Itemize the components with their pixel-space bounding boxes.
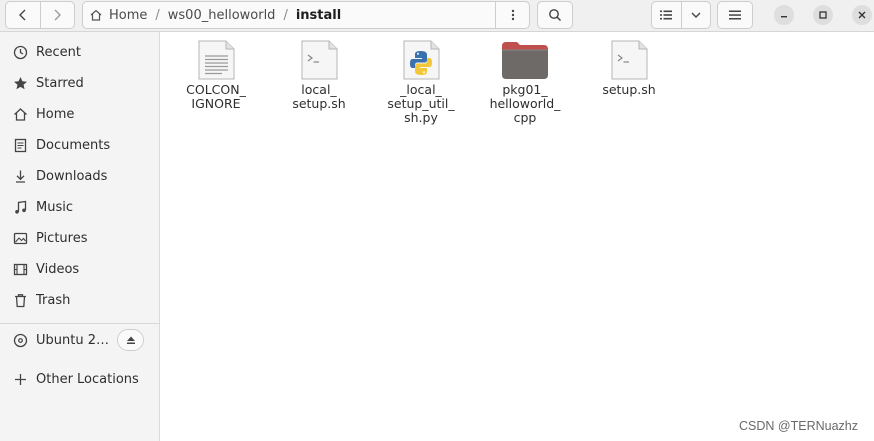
eject-button[interactable] xyxy=(117,329,144,351)
chevron-down-icon xyxy=(691,12,701,18)
view-options xyxy=(651,1,711,29)
maximize-icon xyxy=(819,11,827,19)
file-name: setup.sh xyxy=(602,82,656,97)
sidebar: Recent Starred Home Documents Downloads … xyxy=(0,32,160,441)
sidebar-divider xyxy=(0,323,159,324)
document-icon xyxy=(12,137,28,153)
sidebar-item-trash[interactable]: Trash xyxy=(0,285,159,315)
close-icon xyxy=(858,11,866,19)
sidebar-item-label: Ubuntu 2… xyxy=(36,332,109,348)
forward-button[interactable] xyxy=(39,2,75,28)
sidebar-item-label: Starred xyxy=(36,75,84,91)
eject-icon xyxy=(126,336,135,344)
breadcrumb-home-label: Home xyxy=(109,7,148,23)
breadcrumb-home[interactable]: Home xyxy=(83,2,153,28)
sidebar-item-recent[interactable]: Recent xyxy=(0,37,159,67)
list-view-button[interactable] xyxy=(652,2,681,28)
sidebar-item-label: Recent xyxy=(36,44,81,60)
sidebar-item-home[interactable]: Home xyxy=(0,99,159,129)
sidebar-item-music[interactable]: Music xyxy=(0,192,159,222)
header-bar: Home / ws00_helloworld / install xyxy=(0,0,874,32)
back-button[interactable] xyxy=(6,2,40,28)
search-button[interactable] xyxy=(537,1,573,29)
file-item[interactable]: COLCON_ IGNORE xyxy=(166,40,266,111)
main-menu-button[interactable] xyxy=(717,1,753,29)
sidebar-item-starred[interactable]: Starred xyxy=(0,68,159,98)
breadcrumb-separator: / xyxy=(283,7,288,23)
picture-icon xyxy=(12,230,28,246)
file-item[interactable]: _local_ setup_util_ sh.py xyxy=(371,40,471,125)
folder-item[interactable]: pkg01_ helloworld_ cpp xyxy=(475,40,575,125)
script-file-icon xyxy=(609,40,649,80)
sidebar-item-label: Pictures xyxy=(36,230,88,246)
sidebar-item-label: Home xyxy=(36,106,75,122)
close-button[interactable] xyxy=(852,5,872,25)
sidebar-item-videos[interactable]: Videos xyxy=(0,254,159,284)
view-dropdown-button[interactable] xyxy=(680,2,711,28)
video-icon xyxy=(12,261,28,277)
sidebar-item-label: Videos xyxy=(36,261,80,277)
breadcrumb-install[interactable]: install xyxy=(290,2,347,28)
music-icon xyxy=(12,199,28,215)
path-bar: Home / ws00_helloworld / install xyxy=(82,1,530,29)
sidebar-item-label: Trash xyxy=(36,292,71,308)
breadcrumb-label: ws00_helloworld xyxy=(167,7,276,23)
minimize-button[interactable] xyxy=(774,5,794,25)
vertical-dots-icon xyxy=(511,9,514,21)
trash-icon xyxy=(12,292,28,308)
sidebar-item-documents[interactable]: Documents xyxy=(0,130,159,160)
clock-icon xyxy=(12,44,28,60)
disc-icon xyxy=(12,332,28,348)
text-file-icon xyxy=(196,40,236,80)
breadcrumb-label: install xyxy=(295,7,342,23)
chevron-left-icon xyxy=(18,9,26,21)
navigation-buttons xyxy=(5,1,75,29)
folder-name: pkg01_ helloworld_ cpp xyxy=(489,82,561,125)
script-file-icon xyxy=(299,40,339,80)
plus-icon xyxy=(12,371,28,387)
sidebar-item-label: Other Locations xyxy=(36,371,139,387)
file-item[interactable]: local_ setup.sh xyxy=(269,40,369,111)
maximize-button[interactable] xyxy=(813,5,833,25)
star-icon xyxy=(12,75,28,91)
sidebar-item-pictures[interactable]: Pictures xyxy=(0,223,159,253)
minimize-icon xyxy=(781,16,787,18)
sidebar-item-label: Music xyxy=(36,199,73,215)
search-icon xyxy=(549,9,562,22)
python-file-icon xyxy=(401,40,441,80)
sidebar-item-other-locations[interactable]: Other Locations xyxy=(0,364,159,394)
path-menu-button[interactable] xyxy=(495,2,529,28)
breadcrumb-ws00-helloworld[interactable]: ws00_helloworld xyxy=(162,2,282,28)
download-icon xyxy=(12,168,28,184)
sidebar-item-label: Downloads xyxy=(36,168,108,184)
file-name: local_ setup.sh xyxy=(292,82,346,111)
home-icon xyxy=(90,9,102,21)
breadcrumb-separator: / xyxy=(155,7,160,23)
sidebar-item-downloads[interactable]: Downloads xyxy=(0,161,159,191)
sidebar-item-label: Documents xyxy=(36,137,111,153)
file-view: COLCON_ IGNORE local_ setup.sh _local_ s… xyxy=(160,32,874,441)
file-item[interactable]: setup.sh xyxy=(579,40,679,97)
folder-icon xyxy=(501,40,549,80)
chevron-right-icon xyxy=(54,9,62,21)
watermark: CSDN @TERNuazhz xyxy=(739,419,858,433)
file-name: COLCON_ IGNORE xyxy=(186,82,246,111)
home-icon xyxy=(12,106,28,122)
list-view-icon xyxy=(660,10,673,20)
file-name: _local_ setup_util_ sh.py xyxy=(387,82,455,125)
hamburger-icon xyxy=(729,10,741,20)
